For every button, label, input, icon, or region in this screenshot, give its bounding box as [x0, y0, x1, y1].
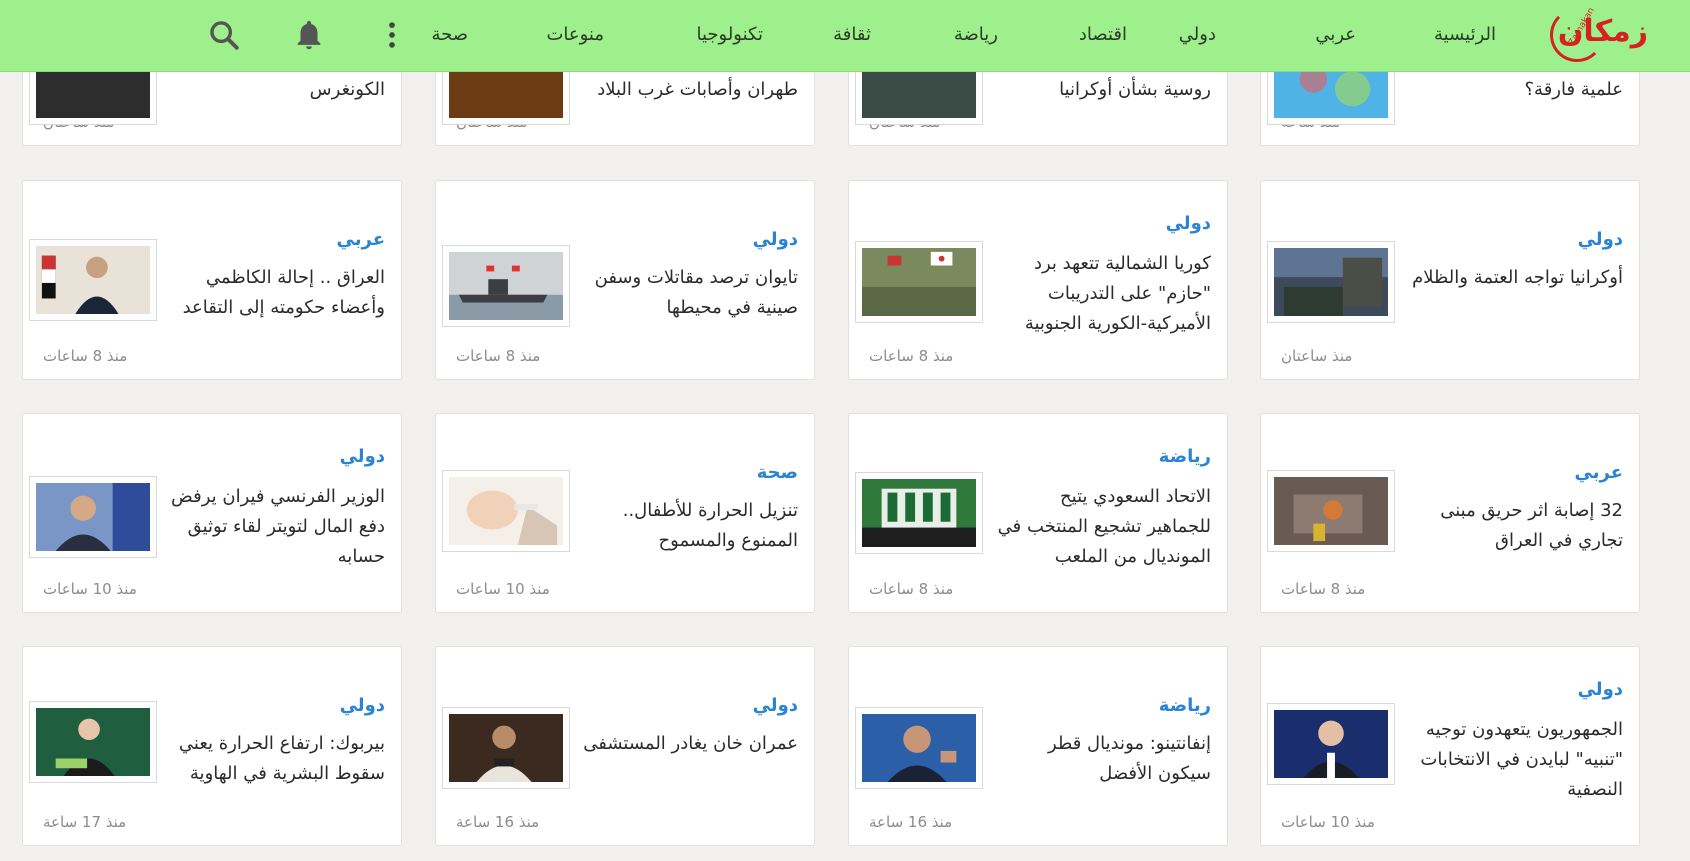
news-thumbnail[interactable] [442, 470, 570, 552]
news-image [1274, 248, 1388, 316]
site-logo[interactable]: Zamakan زمكان [1538, 2, 1648, 68]
nav-item-international[interactable]: دولي [1179, 0, 1216, 70]
search-icon[interactable] [207, 18, 241, 52]
news-title[interactable]: طهران وأصابات غرب البلاد [578, 75, 798, 105]
news-card[interactable]: دولي الجمهوريون يتعهدون توجيه "تنبيه" لب… [1260, 646, 1640, 846]
nav-item-home[interactable]: الرئيسية [1434, 0, 1496, 70]
news-title[interactable]: الاتحاد السعودي يتيح للجماهير تشجيع المن… [991, 482, 1211, 572]
news-card[interactable]: دولي أوكرانيا تواجه العتمة والظلام منذ س… [1260, 180, 1640, 380]
news-time: منذ 8 ساعات [456, 347, 541, 365]
news-category[interactable]: دولي [753, 229, 798, 250]
news-title[interactable]: الوزير الفرنسي فيران يرفض دفع المال لتوي… [165, 482, 385, 572]
news-time: منذ ساعتان [1281, 347, 1353, 365]
news-category[interactable]: دولي [340, 695, 385, 716]
news-image [36, 246, 150, 314]
news-card[interactable]: عربي العراق .. إحالة الكاظمي وأعضاء حكوم… [22, 180, 402, 380]
news-image [36, 708, 150, 776]
nav-item-misc[interactable]: منوعات [546, 0, 604, 70]
news-thumbnail[interactable] [442, 245, 570, 327]
news-image [862, 479, 976, 547]
news-category[interactable]: دولي [753, 695, 798, 716]
news-card[interactable]: دولي كوريا الشمالية تتعهد برد "حازم" على… [848, 180, 1228, 380]
news-title[interactable]: كوريا الشمالية تتعهد برد "حازم" على التد… [991, 249, 1211, 339]
news-card[interactable]: عربي 32 إصابة اثر حريق مبنى تجاري في الع… [1260, 413, 1640, 613]
more-vertical-icon[interactable] [375, 18, 409, 52]
news-card[interactable]: دولي بيربوك: ارتفاع الحرارة يعني سقوط ال… [22, 646, 402, 846]
news-title[interactable]: العراق .. إحالة الكاظمي وأعضاء حكومته إل… [165, 263, 385, 323]
news-title[interactable]: الكونغرس [165, 75, 385, 105]
news-title[interactable]: أوكرانيا تواجه العتمة والظلام [1403, 263, 1623, 293]
news-thumbnail[interactable] [29, 701, 157, 783]
logo-text: زمكان [1557, 14, 1648, 49]
top-navigation-bar: Zamakan زمكان الرئيسية عربي دولي اقتصاد … [0, 0, 1690, 72]
news-thumbnail[interactable] [855, 472, 983, 554]
news-title[interactable]: إنفانتينو: مونديال قطر سيكون الأفضل [991, 729, 1211, 789]
news-time: منذ 8 ساعات [43, 347, 128, 365]
news-image [1274, 477, 1388, 545]
bell-icon[interactable] [292, 18, 326, 52]
news-time: منذ 16 ساعة [869, 813, 953, 831]
news-title[interactable]: بيربوك: ارتفاع الحرارة يعني سقوط البشرية… [165, 729, 385, 789]
news-image [1274, 710, 1388, 778]
news-time: منذ 8 ساعات [1281, 580, 1366, 598]
news-image [449, 477, 563, 545]
news-thumbnail[interactable] [1267, 703, 1395, 785]
news-category[interactable]: عربي [337, 229, 385, 250]
news-category[interactable]: عربي [1575, 462, 1623, 483]
news-title[interactable]: 32 إصابة اثر حريق مبنى تجاري في العراق [1403, 496, 1623, 556]
news-category[interactable]: صحة [757, 462, 798, 483]
news-image [862, 248, 976, 316]
news-thumbnail[interactable] [29, 239, 157, 321]
nav-item-health[interactable]: صحة [431, 0, 468, 70]
news-card[interactable]: رياضة إنفانتينو: مونديال قطر سيكون الأفض… [848, 646, 1228, 846]
news-title[interactable]: تايوان ترصد مقاتلات وسفن صينية في محيطها [578, 263, 798, 323]
nav-item-sports[interactable]: رياضة [954, 0, 998, 70]
news-title[interactable]: عمران خان يغادر المستشفى [578, 729, 798, 759]
news-image [862, 714, 976, 782]
news-card[interactable]: دولي عمران خان يغادر المستشفى منذ 16 ساع… [435, 646, 815, 846]
news-thumbnail[interactable] [855, 707, 983, 789]
news-time: منذ 16 ساعة [456, 813, 540, 831]
news-card[interactable]: صحة تنزيل الحرارة للأطفال.. الممنوع والم… [435, 413, 815, 613]
news-category[interactable]: رياضة [1159, 446, 1211, 467]
news-thumbnail[interactable] [442, 707, 570, 789]
news-thumbnail[interactable] [29, 476, 157, 558]
nav-item-arab[interactable]: عربي [1315, 0, 1356, 70]
news-thumbnail[interactable] [855, 241, 983, 323]
news-category[interactable]: دولي [1578, 229, 1623, 250]
news-card[interactable]: رياضة الاتحاد السعودي يتيح للجماهير تشجي… [848, 413, 1228, 613]
news-time: منذ 8 ساعات [869, 580, 954, 598]
news-time: منذ 10 ساعات [1281, 813, 1375, 831]
news-time: منذ 10 ساعات [43, 580, 137, 598]
news-title[interactable]: الجمهوريون يتعهدون توجيه "تنبيه" لبايدن … [1403, 715, 1623, 805]
news-title[interactable]: روسية بشأن أوكرانيا [991, 75, 1211, 105]
nav-item-technology[interactable]: تكنولوجيا [696, 0, 763, 70]
news-title[interactable]: علمية فارقة؟ [1403, 75, 1624, 105]
news-thumbnail[interactable] [1267, 470, 1395, 552]
nav-item-culture[interactable]: ثقافة [833, 0, 871, 70]
news-image [449, 252, 563, 320]
nav-item-economy[interactable]: اقتصاد [1079, 0, 1127, 70]
news-title[interactable]: تنزيل الحرارة للأطفال.. الممنوع والمسموح [578, 496, 798, 556]
news-category[interactable]: دولي [1578, 679, 1623, 700]
news-category[interactable]: دولي [1166, 213, 1211, 234]
news-time: منذ 10 ساعات [456, 580, 550, 598]
news-thumbnail[interactable] [1267, 241, 1395, 323]
news-category[interactable]: دولي [340, 446, 385, 467]
news-image [36, 483, 150, 551]
news-category[interactable]: رياضة [1159, 695, 1211, 716]
news-image [449, 714, 563, 782]
news-card[interactable]: دولي الوزير الفرنسي فيران يرفض دفع المال… [22, 413, 402, 613]
news-card[interactable]: دولي تايوان ترصد مقاتلات وسفن صينية في م… [435, 180, 815, 380]
news-time: منذ 17 ساعة [43, 813, 127, 831]
news-time: منذ 8 ساعات [869, 347, 954, 365]
